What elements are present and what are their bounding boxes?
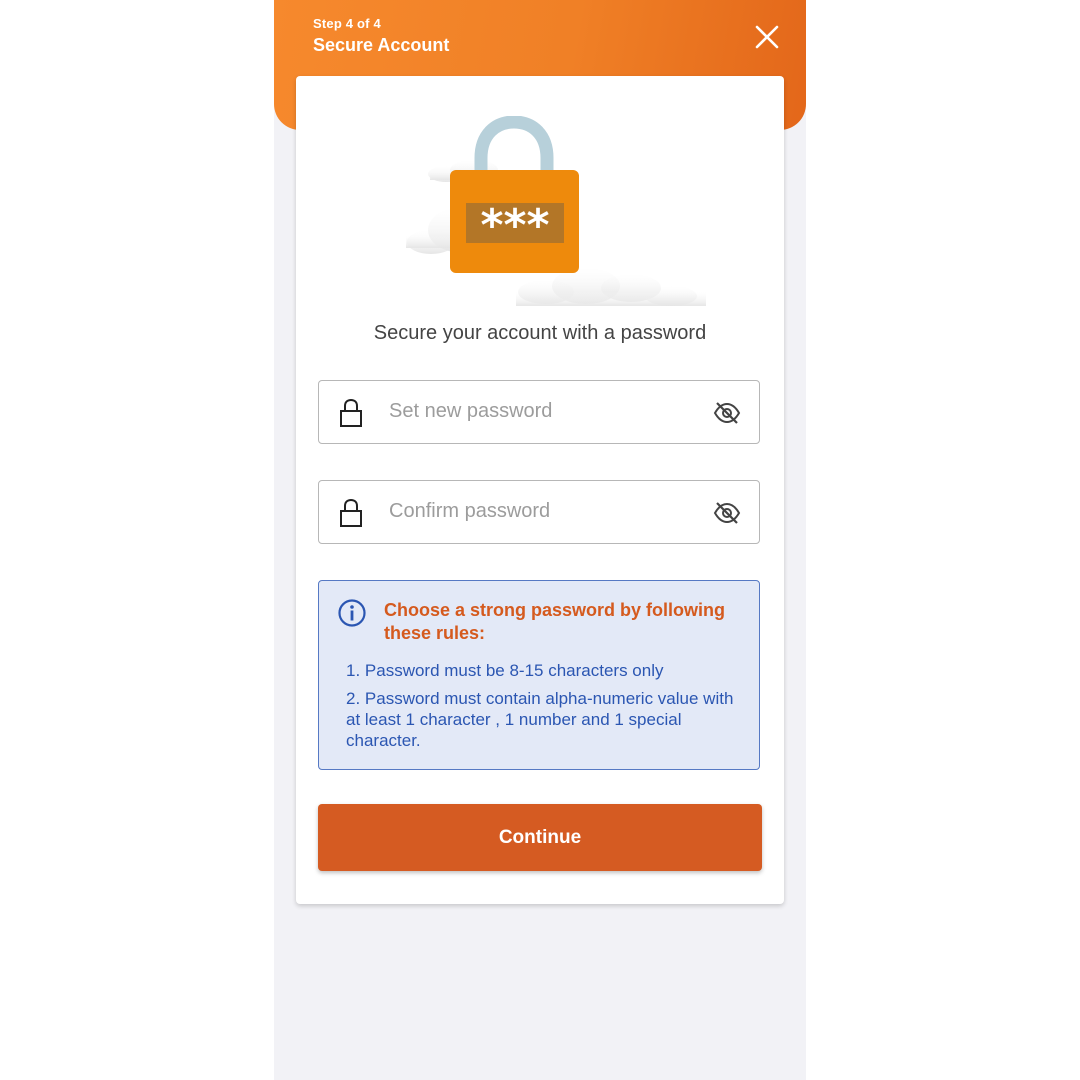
rules-title: Choose a strong password by following th… <box>384 600 726 643</box>
lock-icon <box>340 498 362 527</box>
password-mask-text: *** <box>480 200 549 251</box>
phone-screen: Step 4 of 4 Secure Account *** Secure yo… <box>274 0 806 1080</box>
password-rules-box: Choose a strong password by following th… <box>318 580 760 770</box>
secure-account-card: *** Secure your account with a password <box>296 76 784 904</box>
confirm-password-input[interactable] <box>389 481 699 542</box>
cloud-shape <box>516 268 706 306</box>
confirm-password-field[interactable] <box>318 480 760 544</box>
rule-item-1: 1. Password must be 8-15 characters only <box>346 661 664 680</box>
step-indicator: Step 4 of 4 <box>313 16 381 31</box>
eye-off-icon[interactable] <box>712 500 742 526</box>
close-button[interactable] <box>752 20 782 54</box>
page-title: Secure Account <box>313 35 450 55</box>
eye-off-icon[interactable] <box>712 400 742 426</box>
lock-icon <box>340 398 362 427</box>
rule-item-2: 2. Password must contain alpha-numeric v… <box>346 689 734 750</box>
continue-button[interactable]: Continue <box>318 804 762 871</box>
new-password-field[interactable] <box>318 380 760 444</box>
info-icon <box>338 599 366 627</box>
close-icon <box>755 25 779 49</box>
subtitle: Secure your account with a password <box>373 322 707 344</box>
padlock-password-illustration: *** <box>406 116 706 306</box>
new-password-input[interactable] <box>389 381 699 442</box>
